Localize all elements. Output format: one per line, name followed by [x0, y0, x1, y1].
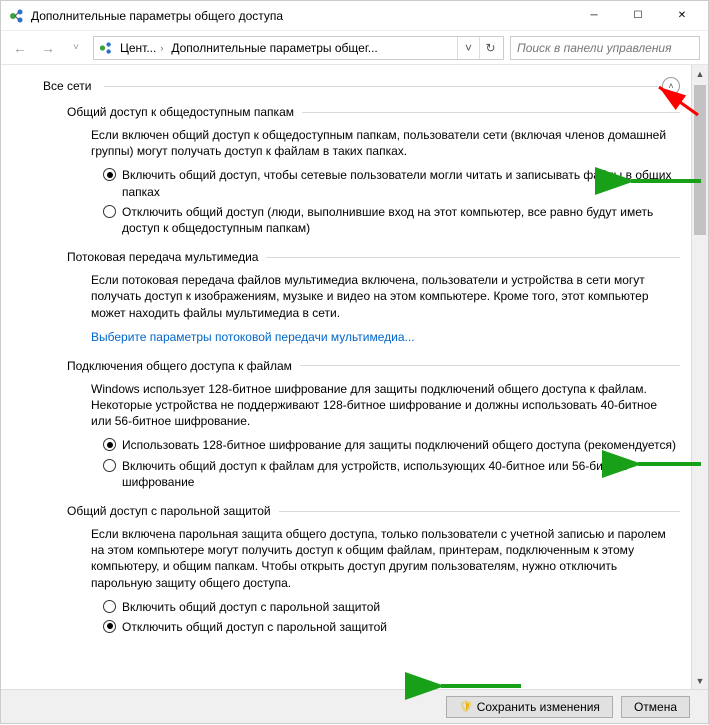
scroll-down-icon[interactable]: ▼	[692, 672, 708, 689]
minimize-button[interactable]: ─	[572, 2, 616, 30]
radio-password-enable[interactable]: Включить общий доступ с парольной защито…	[103, 599, 680, 615]
divider	[279, 511, 680, 512]
window-controls: ─ ☐ ✕	[572, 2, 704, 30]
nav-back-icon[interactable]: ←	[9, 37, 31, 59]
radio-public-disable-label: Отключить общий доступ (люди, выполнивши…	[122, 204, 680, 236]
collapse-icon[interactable]: ˄	[662, 77, 680, 95]
nav-up-icon[interactable]: ˅	[65, 37, 87, 59]
content-area: Все сети ˄ Общий доступ к общедоступным …	[1, 65, 690, 689]
app-icon	[9, 8, 25, 24]
radio-encryption-40[interactable]: Включить общий доступ к файлам для устро…	[103, 458, 680, 490]
password-desc: Если включена парольная защита общего до…	[91, 526, 680, 591]
refresh-icon[interactable]: ↻	[479, 37, 501, 59]
media-header: Потоковая передача мультимедиа	[67, 250, 680, 264]
radio-encryption-128[interactable]: Использовать 128-битное шифрование для з…	[103, 437, 680, 453]
save-button[interactable]: 🛡 Сохранить изменения	[446, 696, 613, 718]
breadcrumb-icon	[96, 41, 116, 55]
bottom-bar: 🛡 Сохранить изменения Отмена	[1, 689, 708, 723]
divider	[300, 365, 680, 366]
radio-icon	[103, 600, 116, 613]
maximize-button[interactable]: ☐	[616, 2, 660, 30]
subsection-encryption: Подключения общего доступа к файлам Wind…	[67, 359, 680, 490]
radio-password-enable-label: Включить общий доступ с парольной защито…	[122, 599, 680, 615]
scroll-up-icon[interactable]: ▲	[692, 65, 708, 82]
shield-icon: 🛡	[459, 700, 473, 713]
divider	[266, 257, 680, 258]
breadcrumb-dropdown-icon[interactable]: ˅	[457, 37, 479, 59]
breadcrumb[interactable]: Цент... › Дополнительные параметры общег…	[93, 36, 504, 60]
subsection-password: Общий доступ с парольной защитой Если вк…	[67, 504, 680, 635]
divider	[302, 112, 680, 113]
encryption-header: Подключения общего доступа к файлам	[67, 359, 680, 373]
divider	[104, 86, 659, 87]
breadcrumb-seg2[interactable]: Дополнительные параметры общег...	[167, 37, 381, 59]
radio-encryption-128-label: Использовать 128-битное шифрование для з…	[122, 437, 680, 453]
search-input[interactable]: Поиск в панели управления	[510, 36, 700, 60]
addressbar: ← → ˅ Цент... › Дополнительные параметры…	[1, 31, 708, 65]
media-title: Потоковая передача мультимедиа	[67, 250, 266, 264]
save-button-label: Сохранить изменения	[477, 700, 600, 714]
section-all-networks-label: Все сети	[43, 79, 100, 93]
subsection-media: Потоковая передача мультимедиа Если пото…	[67, 250, 680, 345]
section-all-networks[interactable]: Все сети ˄	[43, 77, 680, 95]
media-link[interactable]: Выберите параметры потоковой передачи му…	[91, 329, 680, 345]
radio-public-disable[interactable]: Отключить общий доступ (люди, выполнивши…	[103, 204, 680, 236]
radio-icon	[103, 168, 116, 181]
radio-public-enable[interactable]: Включить общий доступ, чтобы сетевые пол…	[103, 167, 680, 199]
radio-encryption-40-label: Включить общий доступ к файлам для устро…	[122, 458, 680, 490]
nav-forward-icon[interactable]: →	[37, 37, 59, 59]
radio-password-disable-label: Отключить общий доступ с парольной защит…	[122, 619, 680, 635]
radio-icon	[103, 205, 116, 218]
public-folders-title: Общий доступ к общедоступным папкам	[67, 105, 302, 119]
cancel-button[interactable]: Отмена	[621, 696, 690, 718]
password-header: Общий доступ с парольной защитой	[67, 504, 680, 518]
vertical-scrollbar[interactable]: ▲ ▼	[691, 65, 708, 689]
radio-icon	[103, 620, 116, 633]
public-folders-header: Общий доступ к общедоступным папкам	[67, 105, 680, 119]
window-title: Дополнительные параметры общего доступа	[31, 9, 572, 23]
titlebar: Дополнительные параметры общего доступа …	[1, 1, 708, 31]
media-desc: Если потоковая передача файлов мультимед…	[91, 272, 680, 321]
public-folders-desc: Если включен общий доступ к общедоступны…	[91, 127, 680, 159]
scroll-thumb[interactable]	[694, 85, 706, 235]
subsection-public-folders: Общий доступ к общедоступным папкам Если…	[67, 105, 680, 236]
breadcrumb-seg1[interactable]: Цент... ›	[116, 37, 167, 59]
radio-public-enable-label: Включить общий доступ, чтобы сетевые пол…	[122, 167, 680, 199]
close-button[interactable]: ✕	[660, 2, 704, 30]
encryption-desc: Windows использует 128-битное шифрование…	[91, 381, 680, 430]
radio-icon	[103, 459, 116, 472]
search-placeholder: Поиск в панели управления	[517, 41, 672, 55]
encryption-title: Подключения общего доступа к файлам	[67, 359, 300, 373]
password-title: Общий доступ с парольной защитой	[67, 504, 279, 518]
radio-icon	[103, 438, 116, 451]
cancel-button-label: Отмена	[634, 700, 677, 714]
radio-password-disable[interactable]: Отключить общий доступ с парольной защит…	[103, 619, 680, 635]
